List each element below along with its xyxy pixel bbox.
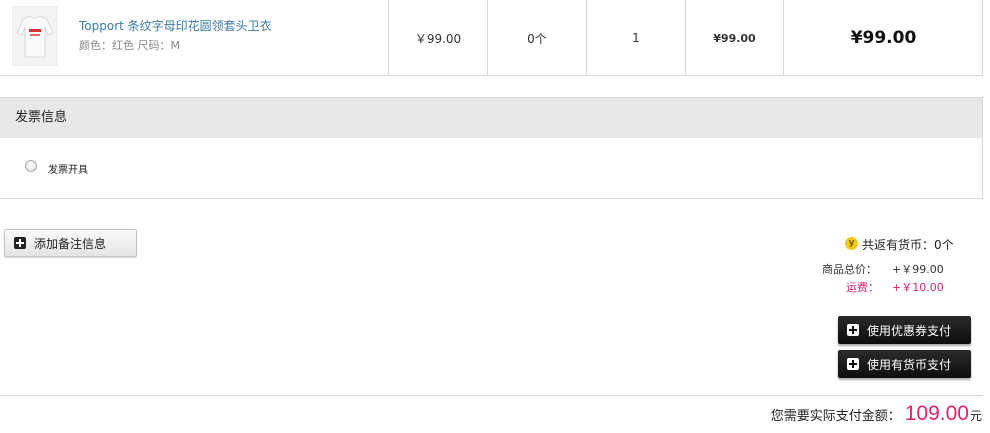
unit-price: ￥99.00 <box>414 31 462 46</box>
use-currency-button[interactable]: 使用有货币支付 <box>838 350 971 378</box>
shipping-value: +￥10.00 <box>892 281 944 294</box>
payment-total: 您需要实际支付金额： 109.00 元 <box>771 402 982 426</box>
product-row: Topport 条纹字母印花圆领套头卫衣 颜色：红色 尺码：M ￥99.00 0… <box>0 0 983 76</box>
add-remark-button[interactable]: 添加备注信息 <box>4 229 137 257</box>
quantity: 1 <box>632 31 640 45</box>
coin-return: 0个 <box>527 31 547 46</box>
coin-icon: y <box>845 237 858 250</box>
product-attributes: 颜色：红色 尺码：M <box>79 39 180 52</box>
payment-label: 您需要实际支付金额： <box>770 409 901 424</box>
item-subtotal: ¥99.00 <box>713 31 756 45</box>
plus-icon <box>14 237 26 249</box>
add-remark-label: 添加备注信息 <box>34 236 107 251</box>
product-name-link[interactable]: Topport 条纹字母印花圆领套头卫衣 <box>79 17 272 34</box>
invoice-radio[interactable] <box>25 160 37 172</box>
item-total: ¥99.00 <box>850 28 917 48</box>
shipping-label: 运费： <box>846 281 879 294</box>
use-coupon-button[interactable]: 使用优惠券支付 <box>838 316 971 344</box>
invoice-title: 发票信息 <box>0 98 982 138</box>
product-thumbnail[interactable] <box>12 6 58 66</box>
invoice-section: 发票信息 发票开具 <box>0 97 983 199</box>
use-coupon-label: 使用优惠券支付 <box>867 323 952 338</box>
payment-unit: 元 <box>969 409 982 423</box>
use-currency-label: 使用有货币支付 <box>867 357 952 372</box>
coin-return-total: 共返有货币：0个 <box>862 238 954 252</box>
plus-icon <box>847 324 859 336</box>
goods-total-value: +￥99.00 <box>892 263 944 276</box>
plus-icon <box>847 358 859 370</box>
goods-total-label: 商品总价： <box>822 263 877 276</box>
divider <box>0 395 983 396</box>
payment-amount: 109.00 <box>904 402 969 425</box>
invoice-option-label[interactable]: 发票开具 <box>48 161 88 176</box>
checkout-page: Topport 条纹字母印花圆领套头卫衣 颜色：红色 尺码：M ￥99.00 0… <box>0 0 990 433</box>
